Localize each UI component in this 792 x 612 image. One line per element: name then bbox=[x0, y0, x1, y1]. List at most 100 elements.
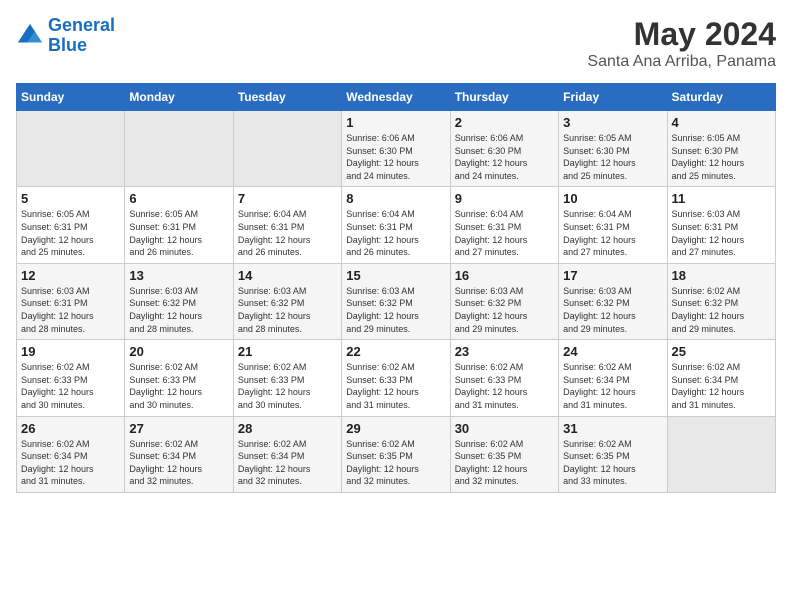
title-area: May 2024 Santa Ana Arriba, Panama bbox=[587, 16, 776, 71]
calendar-cell: 24 Sunrise: 6:02 AM Sunset: 6:34 PM Dayli… bbox=[559, 340, 667, 416]
logo-text: General Blue bbox=[48, 16, 115, 56]
day-info: Sunrise: 6:03 AM Sunset: 6:32 PM Dayligh… bbox=[238, 285, 337, 335]
day-info: Sunrise: 6:02 AM Sunset: 6:35 PM Dayligh… bbox=[346, 438, 445, 488]
day-info: Sunrise: 6:03 AM Sunset: 6:31 PM Dayligh… bbox=[672, 208, 771, 258]
calendar-cell: 18 Sunrise: 6:02 AM Sunset: 6:32 PM Dayli… bbox=[667, 263, 775, 339]
calendar-cell: 5 Sunrise: 6:05 AM Sunset: 6:31 PM Daylig… bbox=[17, 187, 125, 263]
day-number: 6 bbox=[129, 191, 228, 206]
day-header-friday: Friday bbox=[559, 84, 667, 111]
day-number: 2 bbox=[455, 115, 554, 130]
day-number: 25 bbox=[672, 344, 771, 359]
day-info: Sunrise: 6:05 AM Sunset: 6:30 PM Dayligh… bbox=[563, 132, 662, 182]
calendar-cell: 6 Sunrise: 6:05 AM Sunset: 6:31 PM Daylig… bbox=[125, 187, 233, 263]
day-info: Sunrise: 6:05 AM Sunset: 6:31 PM Dayligh… bbox=[21, 208, 120, 258]
calendar-cell: 20 Sunrise: 6:02 AM Sunset: 6:33 PM Dayli… bbox=[125, 340, 233, 416]
calendar-cell: 19 Sunrise: 6:02 AM Sunset: 6:33 PM Dayli… bbox=[17, 340, 125, 416]
day-number: 24 bbox=[563, 344, 662, 359]
day-number: 19 bbox=[21, 344, 120, 359]
calendar-cell: 26Sunrise: 6:02 AM Sunset: 6:34 PM Dayli… bbox=[17, 416, 125, 492]
day-info: Sunrise: 6:02 AM Sunset: 6:33 PM Dayligh… bbox=[455, 361, 554, 411]
calendar-cell: 17 Sunrise: 6:03 AM Sunset: 6:32 PM Dayli… bbox=[559, 263, 667, 339]
day-header-sunday: Sunday bbox=[17, 84, 125, 111]
calendar-cell: 29 Sunrise: 6:02 AM Sunset: 6:35 PM Dayli… bbox=[342, 416, 450, 492]
day-number: 7 bbox=[238, 191, 337, 206]
day-number: 21 bbox=[238, 344, 337, 359]
day-number: 15 bbox=[346, 268, 445, 283]
day-number: 12 bbox=[21, 268, 120, 283]
calendar-cell: 27Sunrise: 6:02 AM Sunset: 6:34 PM Dayli… bbox=[125, 416, 233, 492]
day-info: Sunrise: 6:02 AM Sunset: 6:34 PM Dayligh… bbox=[238, 438, 337, 488]
day-info: Sunrise: 6:03 AM Sunset: 6:32 PM Dayligh… bbox=[563, 285, 662, 335]
day-number: 22 bbox=[346, 344, 445, 359]
day-info: Sunrise: 6:04 AM Sunset: 6:31 PM Dayligh… bbox=[455, 208, 554, 258]
calendar-cell: 12 Sunrise: 6:03 AM Sunset: 6:31 PM Dayli… bbox=[17, 263, 125, 339]
calendar-cell bbox=[17, 111, 125, 187]
calendar-cell: 1 Sunrise: 6:06 AM Sunset: 6:30 PM Daylig… bbox=[342, 111, 450, 187]
day-info: Sunrise: 6:03 AM Sunset: 6:31 PM Dayligh… bbox=[21, 285, 120, 335]
day-info: Sunrise: 6:02 AM Sunset: 6:35 PM Dayligh… bbox=[563, 438, 662, 488]
page-header: General Blue May 2024 Santa Ana Arriba, … bbox=[16, 16, 776, 71]
day-number: 4 bbox=[672, 115, 771, 130]
logo-icon bbox=[16, 22, 44, 50]
day-number: 30 bbox=[455, 421, 554, 436]
calendar-cell: 3 Sunrise: 6:05 AM Sunset: 6:30 PM Daylig… bbox=[559, 111, 667, 187]
day-info: Sunrise: 6:03 AM Sunset: 6:32 PM Dayligh… bbox=[455, 285, 554, 335]
day-number: 11 bbox=[672, 191, 771, 206]
day-number: 5 bbox=[21, 191, 120, 206]
calendar-cell: 30Sunrise: 6:02 AM Sunset: 6:35 PM Dayli… bbox=[450, 416, 558, 492]
day-info: Sunrise: 6:05 AM Sunset: 6:31 PM Dayligh… bbox=[129, 208, 228, 258]
day-number: 27 bbox=[129, 421, 228, 436]
calendar-week-3: 12 Sunrise: 6:03 AM Sunset: 6:31 PM Dayli… bbox=[17, 263, 776, 339]
calendar-cell: 8Sunrise: 6:04 AM Sunset: 6:31 PM Daylig… bbox=[342, 187, 450, 263]
calendar-cell: 28 Sunrise: 6:02 AM Sunset: 6:34 PM Dayli… bbox=[233, 416, 341, 492]
day-header-wednesday: Wednesday bbox=[342, 84, 450, 111]
calendar-cell: 9Sunrise: 6:04 AM Sunset: 6:31 PM Daylig… bbox=[450, 187, 558, 263]
day-info: Sunrise: 6:04 AM Sunset: 6:31 PM Dayligh… bbox=[563, 208, 662, 258]
calendar-cell: 7 Sunrise: 6:04 AM Sunset: 6:31 PM Daylig… bbox=[233, 187, 341, 263]
day-info: Sunrise: 6:02 AM Sunset: 6:33 PM Dayligh… bbox=[238, 361, 337, 411]
calendar-week-1: 1 Sunrise: 6:06 AM Sunset: 6:30 PM Daylig… bbox=[17, 111, 776, 187]
calendar-cell: 25 Sunrise: 6:02 AM Sunset: 6:34 PM Dayli… bbox=[667, 340, 775, 416]
logo-line2: Blue bbox=[48, 35, 87, 55]
day-info: Sunrise: 6:03 AM Sunset: 6:32 PM Dayligh… bbox=[346, 285, 445, 335]
day-number: 16 bbox=[455, 268, 554, 283]
day-number: 28 bbox=[238, 421, 337, 436]
calendar-cell: 13 Sunrise: 6:03 AM Sunset: 6:32 PM Dayli… bbox=[125, 263, 233, 339]
day-header-thursday: Thursday bbox=[450, 84, 558, 111]
calendar-cell: 2 Sunrise: 6:06 AM Sunset: 6:30 PM Daylig… bbox=[450, 111, 558, 187]
day-info: Sunrise: 6:02 AM Sunset: 6:32 PM Dayligh… bbox=[672, 285, 771, 335]
day-info: Sunrise: 6:02 AM Sunset: 6:33 PM Dayligh… bbox=[129, 361, 228, 411]
calendar-cell: 23 Sunrise: 6:02 AM Sunset: 6:33 PM Dayli… bbox=[450, 340, 558, 416]
day-info: Sunrise: 6:02 AM Sunset: 6:33 PM Dayligh… bbox=[346, 361, 445, 411]
calendar-cell: 22 Sunrise: 6:02 AM Sunset: 6:33 PM Dayli… bbox=[342, 340, 450, 416]
day-info: Sunrise: 6:02 AM Sunset: 6:33 PM Dayligh… bbox=[21, 361, 120, 411]
day-header-tuesday: Tuesday bbox=[233, 84, 341, 111]
calendar-cell: 31 Sunrise: 6:02 AM Sunset: 6:35 PM Dayli… bbox=[559, 416, 667, 492]
day-number: 20 bbox=[129, 344, 228, 359]
day-info: Sunrise: 6:02 AM Sunset: 6:34 PM Dayligh… bbox=[672, 361, 771, 411]
calendar-cell: 14 Sunrise: 6:03 AM Sunset: 6:32 PM Dayli… bbox=[233, 263, 341, 339]
day-info: Sunrise: 6:06 AM Sunset: 6:30 PM Dayligh… bbox=[455, 132, 554, 182]
day-number: 14 bbox=[238, 268, 337, 283]
main-title: May 2024 bbox=[587, 16, 776, 53]
day-number: 29 bbox=[346, 421, 445, 436]
day-number: 10 bbox=[563, 191, 662, 206]
day-info: Sunrise: 6:02 AM Sunset: 6:34 PM Dayligh… bbox=[21, 438, 120, 488]
calendar-cell: 15 Sunrise: 6:03 AM Sunset: 6:32 PM Dayli… bbox=[342, 263, 450, 339]
day-number: 18 bbox=[672, 268, 771, 283]
day-number: 31 bbox=[563, 421, 662, 436]
day-info: Sunrise: 6:02 AM Sunset: 6:34 PM Dayligh… bbox=[563, 361, 662, 411]
subtitle: Santa Ana Arriba, Panama bbox=[587, 53, 776, 71]
day-number: 23 bbox=[455, 344, 554, 359]
calendar-cell: 10 Sunrise: 6:04 AM Sunset: 6:31 PM Dayli… bbox=[559, 187, 667, 263]
day-number: 1 bbox=[346, 115, 445, 130]
calendar-week-4: 19 Sunrise: 6:02 AM Sunset: 6:33 PM Dayli… bbox=[17, 340, 776, 416]
calendar-cell bbox=[233, 111, 341, 187]
day-number: 3 bbox=[563, 115, 662, 130]
day-number: 13 bbox=[129, 268, 228, 283]
day-info: Sunrise: 6:03 AM Sunset: 6:32 PM Dayligh… bbox=[129, 285, 228, 335]
day-info: Sunrise: 6:06 AM Sunset: 6:30 PM Dayligh… bbox=[346, 132, 445, 182]
day-info: Sunrise: 6:04 AM Sunset: 6:31 PM Dayligh… bbox=[238, 208, 337, 258]
day-number: 17 bbox=[563, 268, 662, 283]
day-info: Sunrise: 6:04 AM Sunset: 6:31 PM Dayligh… bbox=[346, 208, 445, 258]
